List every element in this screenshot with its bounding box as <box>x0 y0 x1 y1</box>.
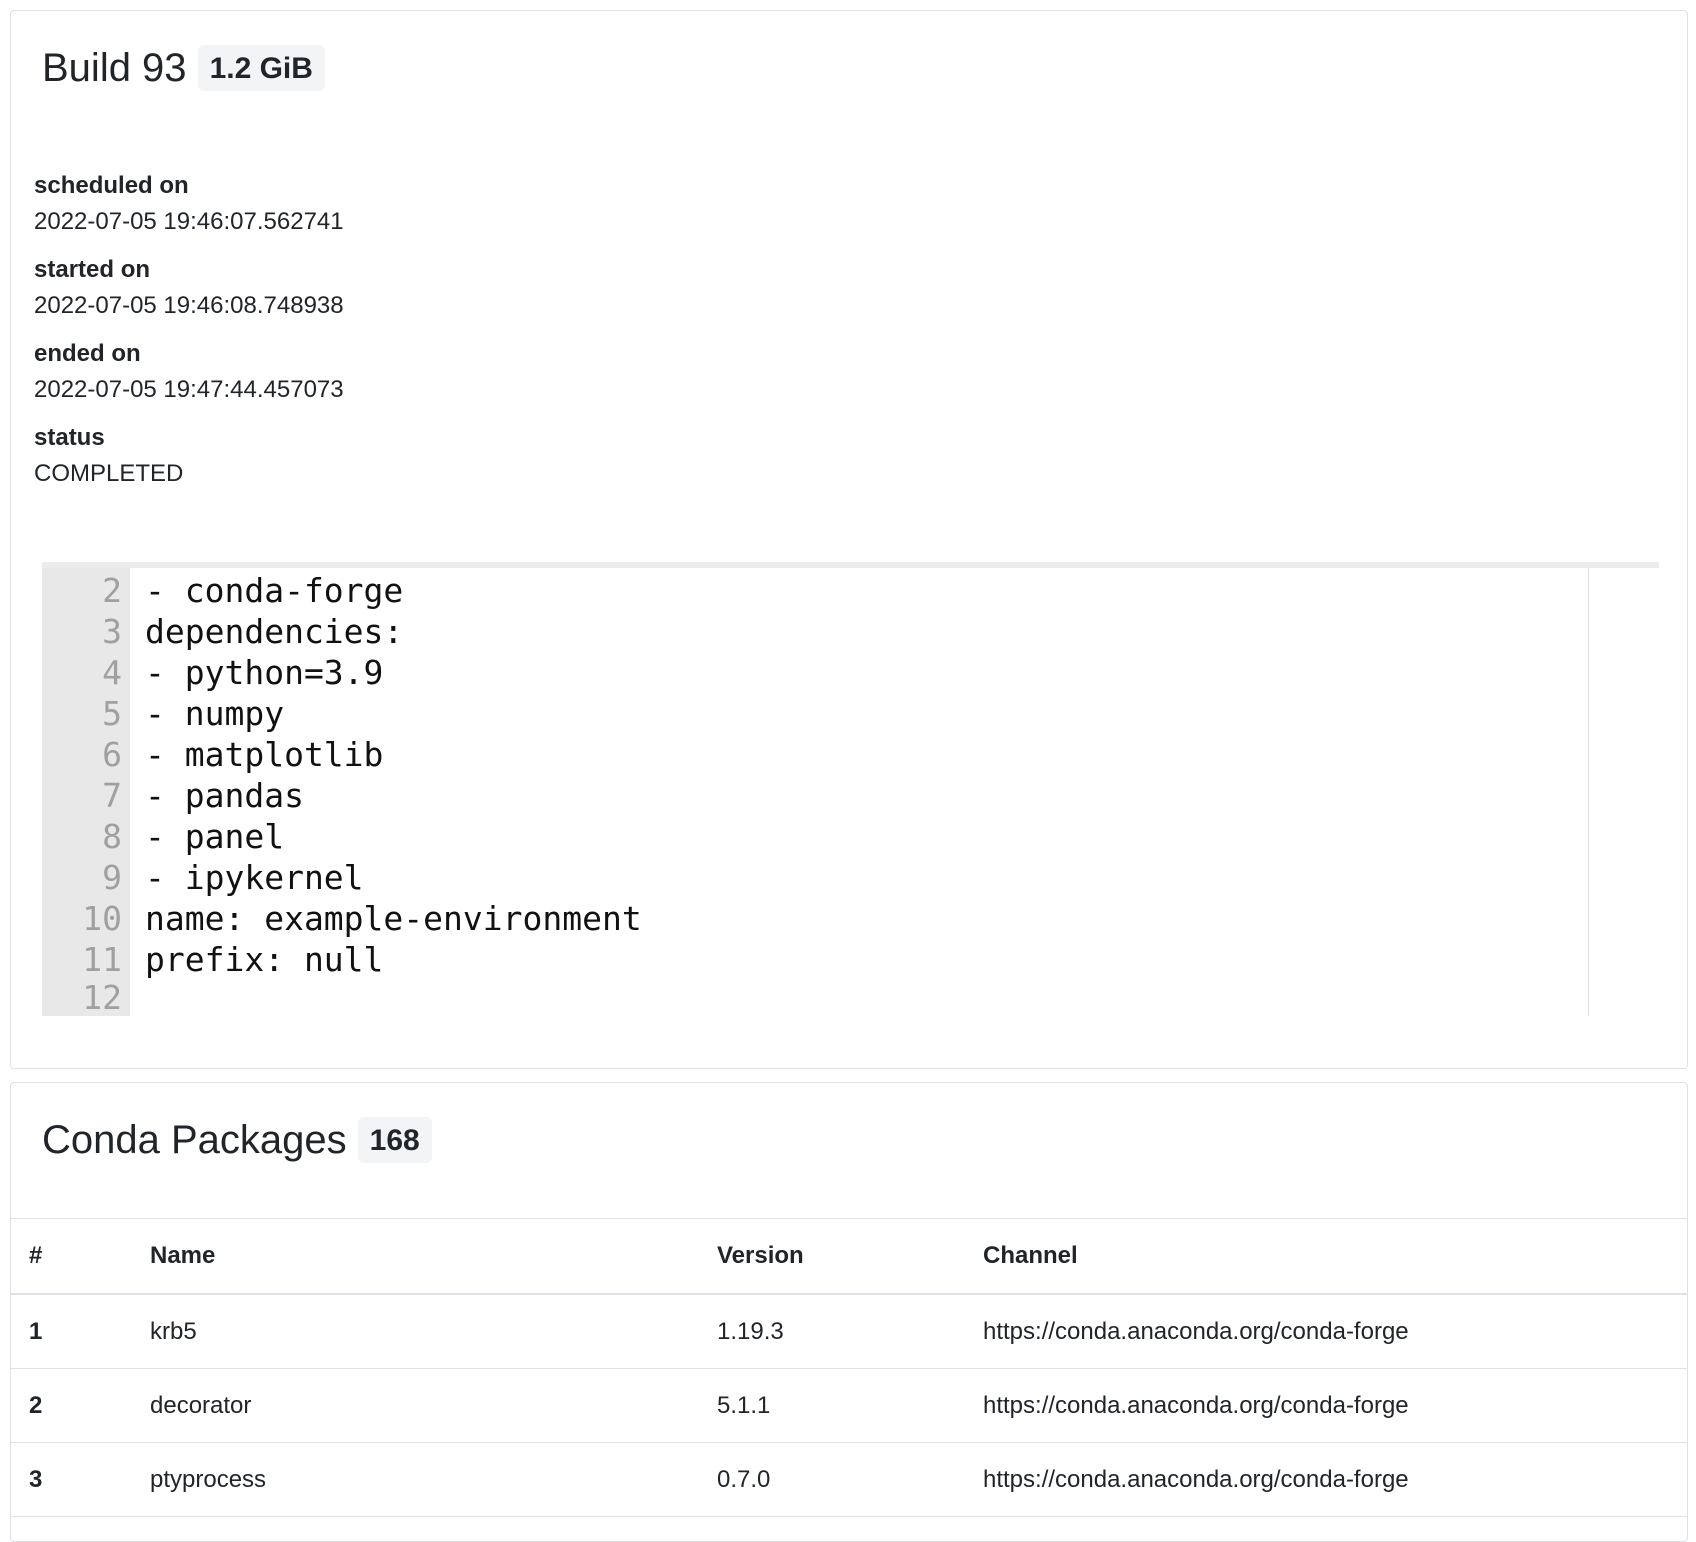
status-label: status <box>34 424 105 451</box>
table-row: 3 ptyprocess 0.7.0 https://conda.anacond… <box>11 1442 1687 1517</box>
editor-top-scroll-edge <box>42 562 1659 568</box>
column-header-channel: Channel <box>965 1218 1687 1295</box>
build-card: Build 93 1.2 GiB scheduled on 2022-07-05… <box>10 10 1688 1069</box>
line-number: 10 <box>82 899 122 938</box>
line-number: 3 <box>102 612 122 651</box>
code-line[interactable]: 2 - conda-forge <box>42 570 1582 611</box>
code-text[interactable]: - panel <box>145 816 284 857</box>
code-line[interactable]: 12 <box>42 980 1582 1016</box>
code-line[interactable]: 11 prefix: null <box>42 939 1582 980</box>
build-title: Build 93 1.2 GiB <box>42 45 325 91</box>
code-line[interactable]: 10 name: example-environment <box>42 898 1582 939</box>
code-line[interactable]: 3 dependencies: <box>42 611 1582 652</box>
packages-title: Conda Packages 168 <box>42 1117 432 1163</box>
row-number: 1 <box>11 1294 132 1369</box>
code-line[interactable]: 4 - python=3.9 <box>42 652 1582 693</box>
line-number: 7 <box>102 776 122 815</box>
package-name: decorator <box>132 1368 699 1443</box>
packages-title-text: Conda Packages <box>42 1117 347 1162</box>
package-version: 1.19.3 <box>699 1294 965 1369</box>
build-title-text: Build 93 <box>42 45 187 90</box>
column-header-name: Name <box>132 1218 699 1295</box>
code-text[interactable]: - python=3.9 <box>145 652 383 693</box>
code-line[interactable]: 8 - panel <box>42 816 1582 857</box>
line-number: 9 <box>102 858 122 897</box>
scheduled-on-value: 2022-07-05 19:46:07.562741 <box>34 208 344 235</box>
row-number: 3 <box>11 1442 132 1517</box>
code-text[interactable]: dependencies: <box>145 611 403 652</box>
conda-packages-card: Conda Packages 168 # Name Version Channe… <box>10 1082 1688 1542</box>
packages-count-badge: 168 <box>357 1117 432 1163</box>
code-line[interactable]: 9 - ipykernel <box>42 857 1582 898</box>
code-text[interactable]: - ipykernel <box>145 857 364 898</box>
code-line[interactable]: 6 - matplotlib <box>42 734 1582 775</box>
editor-print-margin <box>1588 568 1589 1016</box>
packages-table: # Name Version Channel 1 krb5 1.19.3 htt… <box>11 1218 1687 1517</box>
column-header-number: # <box>11 1218 132 1295</box>
package-channel: https://conda.anaconda.org/conda-forge <box>965 1442 1687 1517</box>
status-value: COMPLETED <box>34 460 184 487</box>
row-number: 2 <box>11 1368 132 1443</box>
started-on-value: 2022-07-05 19:46:08.748938 <box>34 292 344 319</box>
environment-spec-editor[interactable]: 2 - conda-forge 3 dependencies: 4 - pyth… <box>42 562 1659 1016</box>
package-name: ptyprocess <box>132 1442 699 1517</box>
line-number: 11 <box>82 940 122 979</box>
package-version: 0.7.0 <box>699 1442 965 1517</box>
line-number: 6 <box>102 735 122 774</box>
table-row: 1 krb5 1.19.3 https://conda.anaconda.org… <box>11 1294 1687 1369</box>
started-on-label: started on <box>34 256 151 283</box>
line-number: 4 <box>102 653 122 692</box>
code-line[interactable]: 5 - numpy <box>42 693 1582 734</box>
code-text[interactable]: - conda-forge <box>145 570 403 611</box>
code-text[interactable]: prefix: null <box>145 939 383 980</box>
package-channel: https://conda.anaconda.org/conda-forge <box>965 1368 1687 1443</box>
code-text[interactable]: - pandas <box>145 775 304 816</box>
line-number: 8 <box>102 817 122 856</box>
column-header-version: Version <box>699 1218 965 1295</box>
ended-on-value: 2022-07-05 19:47:44.457073 <box>34 376 344 403</box>
table-header-row: # Name Version Channel <box>11 1218 1687 1295</box>
build-size-badge: 1.2 GiB <box>197 45 325 91</box>
line-number: 2 <box>102 571 122 610</box>
line-number: 12 <box>82 978 122 1017</box>
ended-on-label: ended on <box>34 340 141 367</box>
code-text[interactable]: - matplotlib <box>145 734 383 775</box>
table-row: 2 decorator 5.1.1 https://conda.anaconda… <box>11 1368 1687 1443</box>
code-text[interactable]: name: example-environment <box>145 898 642 939</box>
code-text[interactable]: - numpy <box>145 693 284 734</box>
package-name: krb5 <box>132 1294 699 1369</box>
code-line[interactable]: 7 - pandas <box>42 775 1582 816</box>
package-channel: https://conda.anaconda.org/conda-forge <box>965 1294 1687 1369</box>
package-version: 5.1.1 <box>699 1368 965 1443</box>
line-number: 5 <box>102 694 122 733</box>
scheduled-on-label: scheduled on <box>34 172 189 199</box>
build-metadata: scheduled on 2022-07-05 19:46:07.562741 … <box>34 171 344 507</box>
